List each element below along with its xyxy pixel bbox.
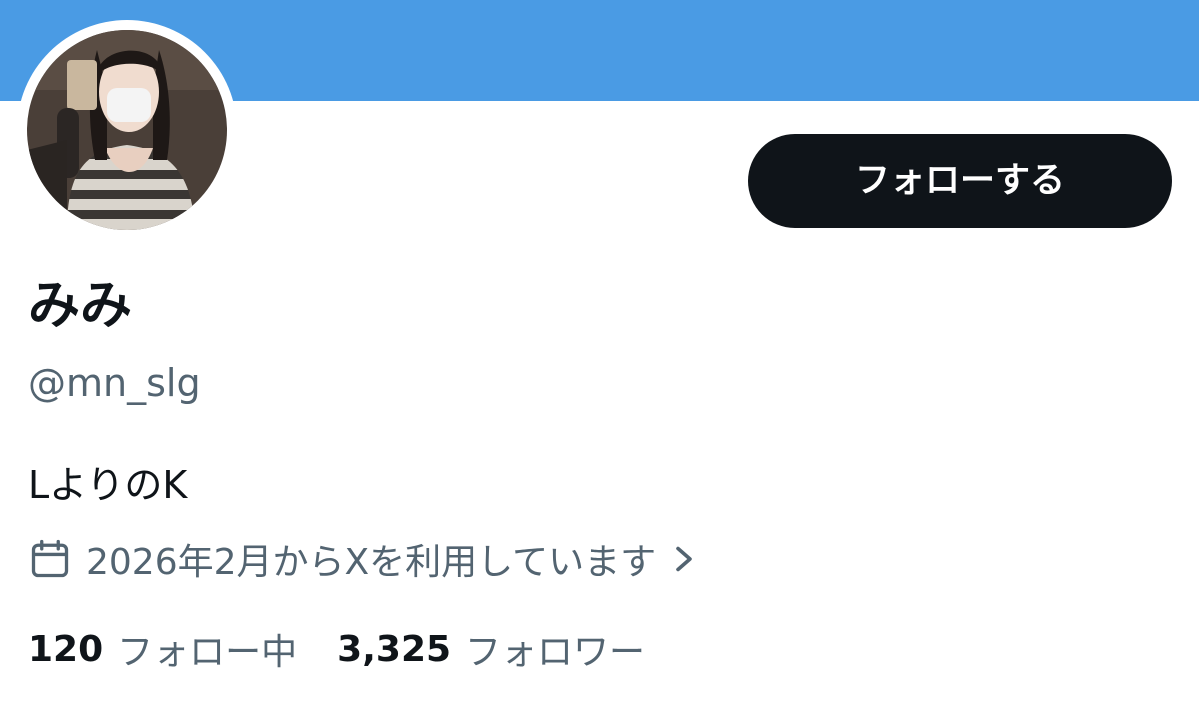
follow-button[interactable]: フォローする: [748, 134, 1172, 228]
chevron-right-icon: [676, 546, 692, 572]
followers-label: フォロワー: [465, 632, 646, 673]
joined-date-row[interactable]: 2026年2月からXを利用しています: [28, 534, 698, 584]
profile-bio: LよりのK: [28, 463, 188, 507]
display-name: みみ: [28, 276, 133, 336]
avatar[interactable]: [27, 30, 227, 230]
avatar-image: [27, 30, 227, 230]
following-label: フォロー中: [117, 632, 298, 673]
following-link[interactable]: 120 フォロー中: [28, 623, 297, 675]
avatar-border: [17, 20, 237, 240]
follow-stats: 120 フォロー中 3,325 フォロワー: [28, 624, 645, 674]
joined-date-text: 2026年2月からXを利用しています: [86, 542, 657, 583]
calendar-icon: [31, 539, 69, 578]
profile-page: フォローする みみ @mn_slg LよりのK 2026年2月からXを利用してい…: [0, 0, 1199, 722]
user-handle: @mn_slg: [28, 361, 201, 405]
followers-link[interactable]: 3,325 フォロワー: [337, 623, 645, 675]
following-count: 120: [28, 628, 104, 670]
followers-count: 3,325: [337, 628, 452, 670]
